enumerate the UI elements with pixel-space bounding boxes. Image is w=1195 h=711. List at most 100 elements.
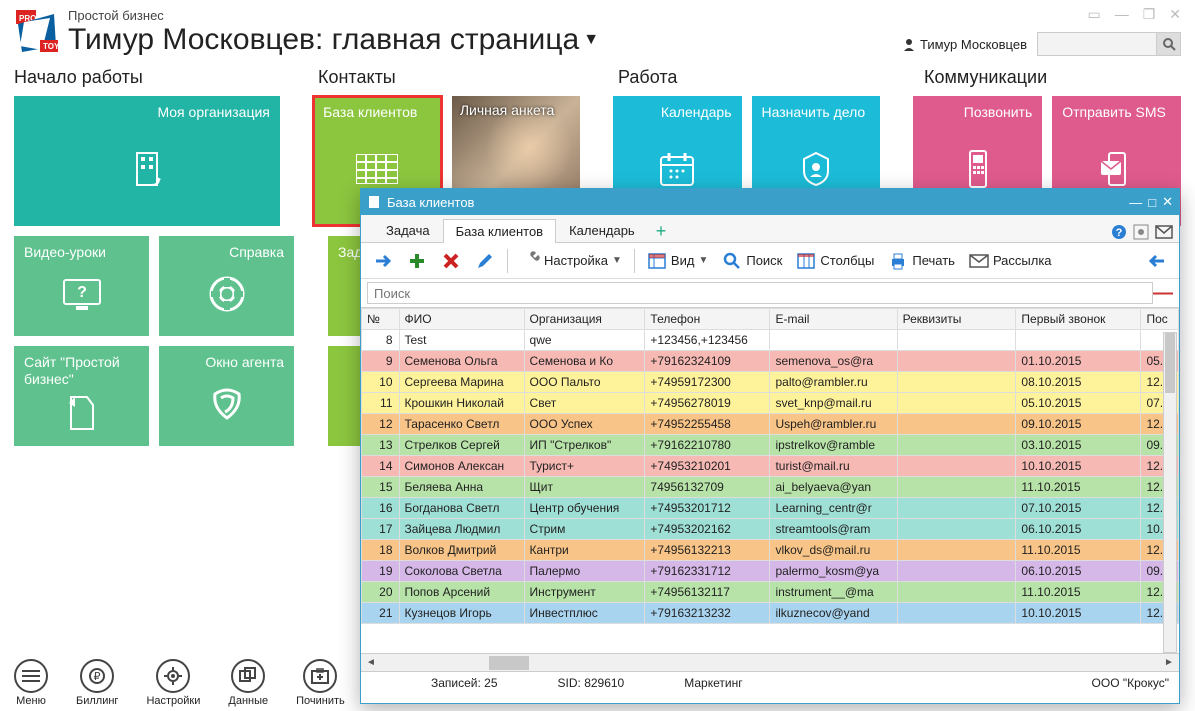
table-row[interactable]: 21Кузнецов ИгорьИнвестплюс+79163213232il… (362, 603, 1179, 624)
db-toolbar: Настройка▼ Вид▼ Поиск Столбцы Печать Рас… (361, 243, 1179, 279)
building-icon (24, 121, 270, 218)
delete-button[interactable] (437, 249, 465, 273)
db-tabs: Задача База клиентов Календарь + ? (361, 215, 1179, 243)
col-pos[interactable]: Пос (1141, 309, 1179, 330)
col-email[interactable]: E-mail (770, 309, 897, 330)
col-req[interactable]: Реквизиты (897, 309, 1016, 330)
table-row[interactable]: 13Стрелков СергейИП "Стрелков"+791622107… (362, 435, 1179, 456)
bottom-menu-menu[interactable]: Меню (14, 659, 48, 707)
minimize-icon[interactable]: — (1115, 6, 1129, 23)
col-tel[interactable]: Телефон (645, 309, 770, 330)
columns-button[interactable]: Столбцы (792, 249, 878, 273)
db-minimize-icon[interactable]: — (1129, 195, 1142, 210)
battery-icon: ▭ (1087, 6, 1100, 23)
document-icon (24, 388, 139, 438)
svg-text:?: ? (1116, 227, 1123, 239)
tile-my-org[interactable]: Моя организация (14, 96, 280, 226)
app-name: Простой бизнес (68, 8, 902, 23)
tile-label: Видео-уроки (24, 244, 139, 261)
bottom-label: Настройки (146, 695, 200, 707)
maximize-icon[interactable]: ❐ (1143, 6, 1156, 23)
print-button[interactable]: Печать (884, 249, 959, 273)
tile-video[interactable]: Видео-уроки ? (14, 236, 149, 336)
mailing-button[interactable]: Рассылка (965, 249, 1056, 273)
collapse-button[interactable]: — (1153, 282, 1173, 305)
header-search-button[interactable] (1157, 32, 1181, 56)
gear-icon (156, 659, 190, 693)
table-row[interactable]: 15Беляева АннаЩит74956132709ai_belyaeva@… (362, 477, 1179, 498)
bottom-menu-fix[interactable]: Починить (296, 659, 345, 707)
vertical-scrollbar[interactable] (1163, 332, 1177, 653)
db-maximize-icon[interactable]: □ (1148, 195, 1156, 210)
table-row[interactable]: 19Соколова СветлаПалермо+79162331712pale… (362, 561, 1179, 582)
status-sid: SID: 829610 (558, 676, 625, 690)
settings2-icon[interactable] (1133, 224, 1149, 240)
col-fio[interactable]: ФИО (399, 309, 524, 330)
table-row[interactable]: 9Семенова ОльгаСеменова и Ко+79162324109… (362, 351, 1179, 372)
col-first[interactable]: Первый звонок (1016, 309, 1141, 330)
tab-calendar[interactable]: Календарь (556, 218, 648, 242)
col-num[interactable]: № (362, 309, 400, 330)
btn-label: Печать (912, 253, 955, 268)
scroll-left-icon[interactable]: ◄ (363, 657, 379, 668)
btn-label: Вид (671, 253, 695, 268)
settings-button[interactable]: Настройка▼ (516, 249, 626, 273)
bottom-menu-settings[interactable]: Настройки (146, 659, 200, 707)
page-title[interactable]: Тимур Московцев: главная страница ▼ (68, 23, 599, 57)
horizontal-scrollbar[interactable]: ◄ ► (361, 653, 1179, 671)
table-row[interactable]: 8Testqwe+123456,+123456 (362, 330, 1179, 351)
tile-agent[interactable]: Окно агента (159, 346, 294, 446)
tile-help[interactable]: Справка (159, 236, 294, 336)
bottom-label: Данные (228, 695, 268, 707)
tile-label: Сайт "Простой бизнес" (24, 354, 139, 388)
window-controls: ▭ — ❐ ✕ (1087, 6, 1181, 23)
doc-icon (367, 195, 381, 209)
view-button[interactable]: Вид▼ (643, 249, 712, 273)
col-org[interactable]: Организация (524, 309, 645, 330)
db-search-row: — (361, 279, 1179, 307)
btn-label: Столбцы (820, 253, 874, 268)
bottom-menu-data[interactable]: Данные (228, 659, 268, 707)
section-contacts: Контакты (318, 67, 618, 88)
tab-task[interactable]: Задача (373, 218, 443, 242)
menu-icon (14, 659, 48, 693)
table-row[interactable]: 16Богданова СветлЦентр обучения+74953201… (362, 498, 1179, 519)
db-titlebar[interactable]: База клиентов — □ ✕ (361, 189, 1179, 215)
search-button[interactable]: Поиск (718, 249, 786, 273)
status-org: ООО "Крокус" (1092, 676, 1169, 690)
tab-add[interactable]: + (648, 221, 675, 242)
table-row[interactable]: 17Зайцева ЛюдмилСтрим+74953202162streamt… (362, 519, 1179, 540)
table-row[interactable]: 14Симонов АлексанТурист++74953210201turi… (362, 456, 1179, 477)
add-button[interactable] (403, 249, 431, 273)
db-statusbar: Записей: 25 SID: 829610 Маркетинг ООО "К… (361, 671, 1179, 693)
nav-back-button[interactable] (1143, 249, 1171, 273)
edit-button[interactable] (471, 249, 499, 273)
tile-label: Назначить дело (762, 104, 871, 121)
table-row[interactable]: 11Крошкин НиколайСвет+74956278019svet_kn… (362, 393, 1179, 414)
table-row[interactable]: 12Тарасенко СветлООО Успех+74952255458Us… (362, 414, 1179, 435)
table-row[interactable]: 20Попов АрсенийИнструмент+74956132117ins… (362, 582, 1179, 603)
clients-table[interactable]: № ФИО Организация Телефон E-mail Реквизи… (361, 308, 1179, 624)
tab-baza[interactable]: База клиентов (443, 219, 556, 243)
video-icon: ? (24, 261, 139, 328)
section-headers: Начало работы Контакты Работа Коммуникац… (0, 61, 1195, 92)
table-row[interactable]: 10Сергеева МаринаООО Пальто+74959172300p… (362, 372, 1179, 393)
db-search-input[interactable] (367, 282, 1153, 304)
status-records: Записей: 25 (431, 676, 498, 690)
mail-icon[interactable] (1155, 225, 1173, 239)
section-comm: Коммуникации (924, 67, 1181, 88)
help-icon[interactable]: ? (1111, 224, 1127, 240)
close-icon[interactable]: ✕ (1169, 6, 1181, 23)
user-icon (902, 37, 916, 51)
tile-label: База клиентов (323, 104, 432, 121)
status-marketing: Маркетинг (684, 676, 742, 690)
search-icon (1162, 37, 1176, 51)
db-close-icon[interactable]: ✕ (1162, 194, 1173, 210)
current-user[interactable]: Тимур Московцев (902, 37, 1027, 52)
header-search-input[interactable] (1037, 32, 1157, 56)
tile-site[interactable]: Сайт "Простой бизнес" (14, 346, 149, 446)
scroll-right-icon[interactable]: ► (1161, 657, 1177, 668)
table-row[interactable]: 18Волков ДмитрийКантри+74956132213vlkov_… (362, 540, 1179, 561)
nav-forward-button[interactable] (369, 249, 397, 273)
bottom-menu-billing[interactable]: ₽ Биллинг (76, 659, 118, 707)
